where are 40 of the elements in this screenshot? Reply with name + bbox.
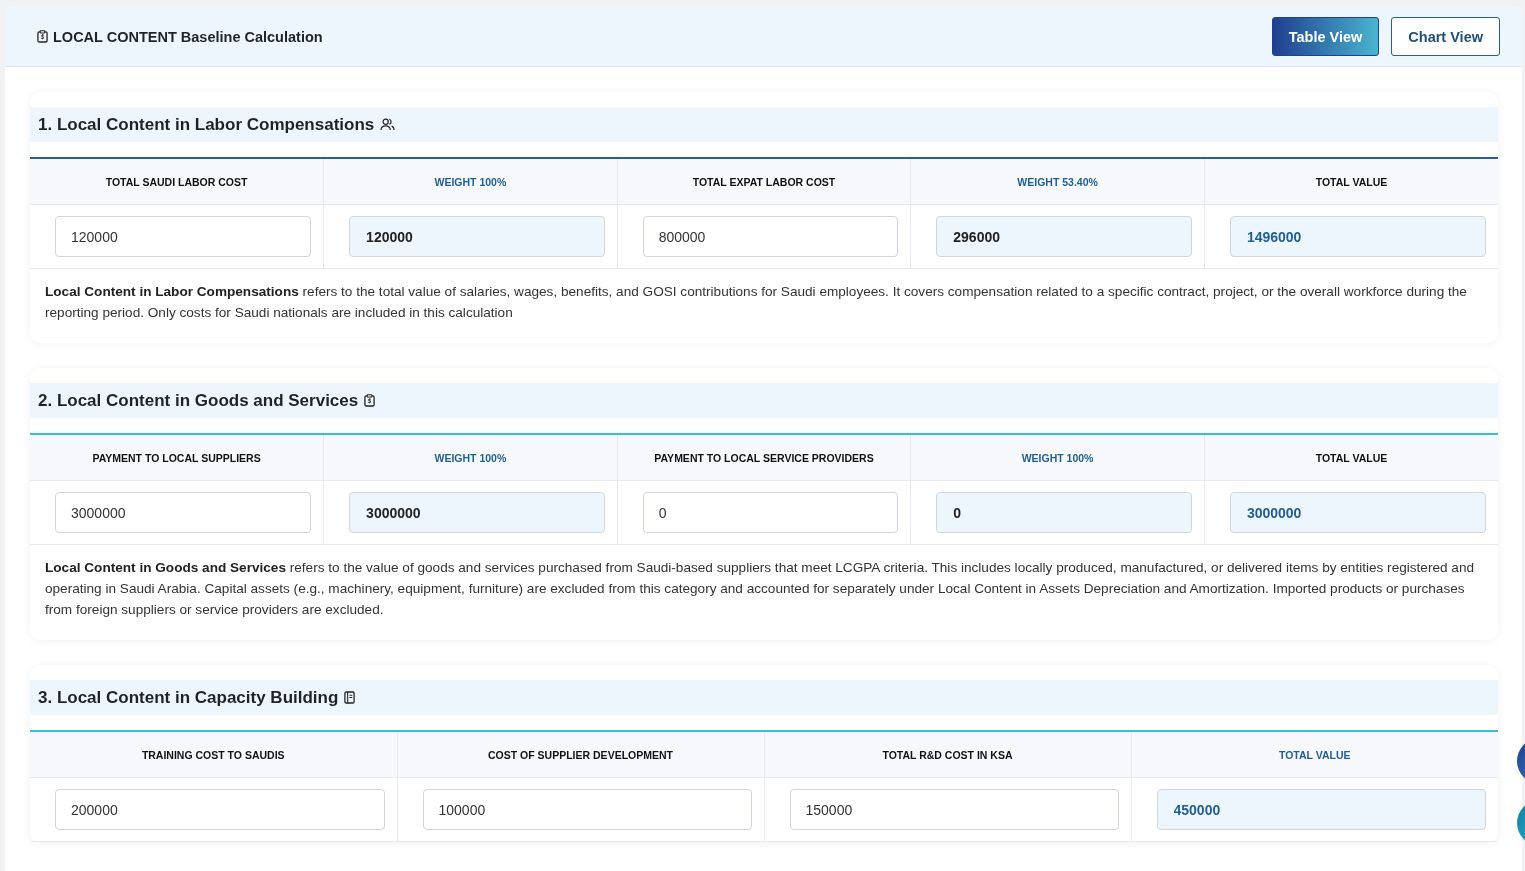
- clipboard-icon: [364, 394, 376, 407]
- column-header: WEIGHT 53.40%: [910, 158, 1205, 205]
- input-field[interactable]: 3000000: [1229, 492, 1486, 533]
- page-title: LOCAL CONTENT Baseline Calculation: [53, 28, 323, 45]
- column-header: TOTAL VALUE: [1204, 434, 1498, 481]
- input-field[interactable]: 1496000: [1229, 216, 1486, 257]
- input-field[interactable]: 120000: [349, 216, 605, 257]
- column-header: WEIGHT 100%: [910, 434, 1205, 481]
- column-header: COST OF SUPPLIER DEVELOPMENT: [397, 731, 764, 778]
- column-header: TRAINING COST TO SAUDIS: [30, 731, 397, 778]
- input-field[interactable]: 296000: [936, 216, 1192, 257]
- input-field[interactable]: 0: [936, 492, 1192, 533]
- column-header: WEIGHT 100%: [323, 434, 618, 481]
- input-field[interactable]: 0: [642, 492, 899, 533]
- section-description: Local Content in Labor Compensations refers to the total value of salaries, wages, benefits, and GOSI contributions for Saudi employees. It covers compensation related to a specific contract, project, or the overall workforce during the reporting period. Only costs for Saudi nationals are included in this calculation: [44, 283, 1468, 322]
- column-header: WEIGHT 100%: [323, 158, 618, 205]
- section-title: 1. Local Content in Labor Compensations: [38, 114, 375, 135]
- view-tab[interactable]: Chart View: [1391, 17, 1500, 56]
- column-header: TOTAL VALUE: [1204, 158, 1498, 205]
- column-header: PAYMENT TO LOCAL SUPPLIERS: [30, 434, 324, 481]
- view-tab[interactable]: Table View: [1271, 17, 1380, 56]
- input-field[interactable]: 200000: [55, 789, 385, 830]
- clipboard-icon: [37, 30, 48, 43]
- section-description: Local Content in Goods and Services refers to the value of goods and services purchased from Saudi-based suppliers that meet LCGPA criteria. This includes locally produced, manufactured, or delivered items by entities registered and operating in Saudi Arabia. Capital assets (e.g., machinery, equipment, furniture) are excluded from this category and accounted for separately under Local Content in Assets Depreciation and Amortization. Imported products or purchases from foreign suppliers or service providers are excluded.: [44, 559, 1476, 619]
- column-header: TOTAL EXPAT LABOR COST: [617, 158, 911, 205]
- column-header: TOTAL R&D COST IN KSA: [764, 731, 1131, 778]
- input-field[interactable]: 450000: [1156, 789, 1486, 830]
- users-icon: [380, 118, 396, 131]
- input-field[interactable]: 3000000: [349, 492, 605, 533]
- book-icon: [344, 691, 356, 704]
- input-field[interactable]: 3000000: [55, 492, 312, 533]
- input-field[interactable]: 150000: [789, 789, 1119, 830]
- input-field[interactable]: 100000: [422, 789, 752, 830]
- section-title: 3. Local Content in Capacity Building: [38, 687, 339, 708]
- input-field[interactable]: 120000: [55, 216, 312, 257]
- section-title: 2. Local Content in Goods and Services: [38, 390, 359, 411]
- input-field[interactable]: 800000: [642, 216, 899, 257]
- column-header: PAYMENT TO LOCAL SERVICE PROVIDERS: [617, 434, 911, 481]
- column-header: TOTAL SAUDI LABOR COST: [30, 158, 324, 205]
- column-header: TOTAL VALUE: [1131, 731, 1498, 778]
